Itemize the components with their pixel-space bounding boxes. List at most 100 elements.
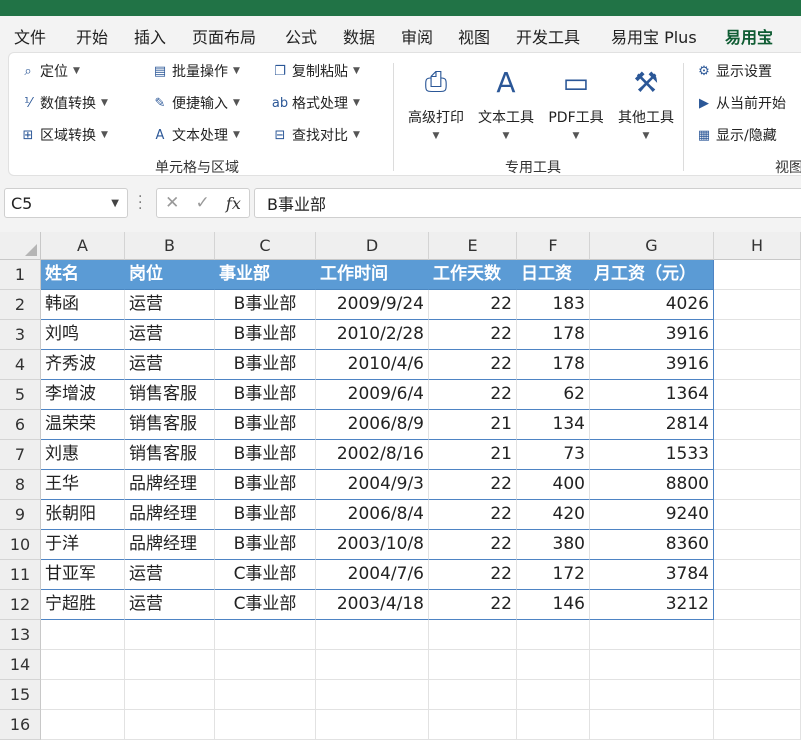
cell[interactable] xyxy=(41,650,125,680)
cell[interactable]: 146 xyxy=(517,590,590,620)
cell[interactable]: 运营 xyxy=(125,590,215,620)
tab-0[interactable]: 文件 xyxy=(14,24,46,48)
cell[interactable] xyxy=(429,680,517,710)
table-header-cell[interactable]: 事业部 xyxy=(215,260,316,290)
cell[interactable]: B事业部 xyxy=(215,290,316,320)
cell[interactable]: 22 xyxy=(429,470,517,500)
row-header-14[interactable]: 14 xyxy=(0,650,41,680)
table-header-cell[interactable]: 工作天数 xyxy=(429,260,517,290)
ribbon-button-g3-2[interactable]: ▦ 显示/隐藏 xyxy=(695,125,777,145)
cell[interactable] xyxy=(714,530,801,560)
select-all-corner[interactable] xyxy=(0,232,41,260)
cell[interactable]: 韩函 xyxy=(41,290,125,320)
cell[interactable]: 9240 xyxy=(590,500,714,530)
cell[interactable] xyxy=(316,650,429,680)
tab-2[interactable]: 插入 xyxy=(134,24,166,48)
cell[interactable] xyxy=(125,680,215,710)
column-header-C[interactable]: C xyxy=(215,232,316,260)
cell[interactable]: 2009/6/4 xyxy=(316,380,429,410)
cell[interactable] xyxy=(714,500,801,530)
cell[interactable]: B事业部 xyxy=(215,470,316,500)
tab-1[interactable]: 开始 xyxy=(76,24,108,48)
cell[interactable]: 李增波 xyxy=(41,380,125,410)
cell[interactable]: 22 xyxy=(429,560,517,590)
cell[interactable]: 73 xyxy=(517,440,590,470)
enter-icon[interactable]: ✓ xyxy=(196,193,210,213)
ribbon-button-g1c3-2[interactable]: ⊟ 查找对比 ▼ xyxy=(271,125,360,145)
cell[interactable]: 刘鸣 xyxy=(41,320,125,350)
cell[interactable]: B事业部 xyxy=(215,530,316,560)
tab-4[interactable]: 公式 xyxy=(285,24,317,48)
cell[interactable] xyxy=(590,710,714,740)
row-header-9[interactable]: 9 xyxy=(0,500,41,530)
cell[interactable]: 品牌经理 xyxy=(125,530,215,560)
formula-input[interactable]: B事业部 xyxy=(254,188,801,218)
cell[interactable]: 22 xyxy=(429,500,517,530)
cell[interactable]: 22 xyxy=(429,350,517,380)
ribbon-button-g1c3-1[interactable]: ab 格式处理 ▼ xyxy=(271,93,360,113)
ribbon-button-g3-1[interactable]: ▶ 从当前开始 xyxy=(695,93,786,113)
row-header-11[interactable]: 11 xyxy=(0,560,41,590)
column-header-A[interactable]: A xyxy=(41,232,125,260)
cell[interactable] xyxy=(125,650,215,680)
insert-function-icon[interactable]: fx xyxy=(226,194,241,213)
cell[interactable] xyxy=(714,560,801,590)
cell[interactable]: 2010/4/6 xyxy=(316,350,429,380)
cell[interactable]: 21 xyxy=(429,440,517,470)
table-header-cell[interactable]: 工作时间 xyxy=(316,260,429,290)
cell[interactable] xyxy=(714,620,801,650)
cell[interactable] xyxy=(714,410,801,440)
cell[interactable]: B事业部 xyxy=(215,440,316,470)
cell[interactable]: 22 xyxy=(429,380,517,410)
cell[interactable]: 销售客服 xyxy=(125,380,215,410)
row-header-4[interactable]: 4 xyxy=(0,350,41,380)
cell[interactable]: 张朝阳 xyxy=(41,500,125,530)
cell[interactable]: 172 xyxy=(517,560,590,590)
cell[interactable]: B事业部 xyxy=(215,500,316,530)
cell[interactable]: 2003/4/18 xyxy=(316,590,429,620)
column-header-G[interactable]: G xyxy=(590,232,714,260)
cell[interactable] xyxy=(714,320,801,350)
cell[interactable] xyxy=(590,650,714,680)
cell[interactable]: 2010/2/28 xyxy=(316,320,429,350)
ribbon-button-g1c2-0[interactable]: ▤ 批量操作 ▼ xyxy=(151,61,240,81)
cell[interactable]: 8800 xyxy=(590,470,714,500)
cell[interactable] xyxy=(41,710,125,740)
name-box[interactable]: C5 ▼ xyxy=(4,188,128,218)
cell[interactable]: B事业部 xyxy=(215,380,316,410)
cell[interactable]: 品牌经理 xyxy=(125,500,215,530)
tab-7[interactable]: 视图 xyxy=(458,24,490,48)
cell[interactable] xyxy=(429,620,517,650)
cell[interactable]: 2006/8/9 xyxy=(316,410,429,440)
chevron-down-icon[interactable]: ▼ xyxy=(111,198,119,209)
cell[interactable]: C事业部 xyxy=(215,590,316,620)
cell[interactable]: 宁超胜 xyxy=(41,590,125,620)
cell[interactable] xyxy=(215,680,316,710)
cell[interactable]: 销售客服 xyxy=(125,410,215,440)
cell[interactable]: 2814 xyxy=(590,410,714,440)
cell[interactable]: 2003/10/8 xyxy=(316,530,429,560)
big-button-1[interactable]: A 文本工具 ▼ xyxy=(471,61,541,142)
big-button-0[interactable]: ⎙ 高级打印 ▼ xyxy=(401,61,471,141)
cell[interactable] xyxy=(714,290,801,320)
ribbon-button-g3-0[interactable]: ⚙ 显示设置 xyxy=(695,61,772,81)
cell[interactable]: B事业部 xyxy=(215,350,316,380)
cell[interactable] xyxy=(714,590,801,620)
cell[interactable]: 22 xyxy=(429,290,517,320)
cell[interactable] xyxy=(517,710,590,740)
row-header-7[interactable]: 7 xyxy=(0,440,41,470)
tab-8[interactable]: 开发工具 xyxy=(516,24,580,48)
cell[interactable]: 销售客服 xyxy=(125,440,215,470)
cell[interactable] xyxy=(125,710,215,740)
ribbon-button-g1c2-2[interactable]: A 文本处理 ▼ xyxy=(151,125,240,145)
cell[interactable]: 2004/9/3 xyxy=(316,470,429,500)
cell[interactable]: 于洋 xyxy=(41,530,125,560)
cell[interactable]: 运营 xyxy=(125,560,215,590)
cancel-icon[interactable]: ✕ xyxy=(165,193,179,213)
cell[interactable]: 420 xyxy=(517,500,590,530)
cell[interactable]: 3916 xyxy=(590,350,714,380)
cell[interactable] xyxy=(714,440,801,470)
column-header-H[interactable]: H xyxy=(714,232,801,260)
cell[interactable] xyxy=(429,710,517,740)
cell[interactable] xyxy=(316,620,429,650)
